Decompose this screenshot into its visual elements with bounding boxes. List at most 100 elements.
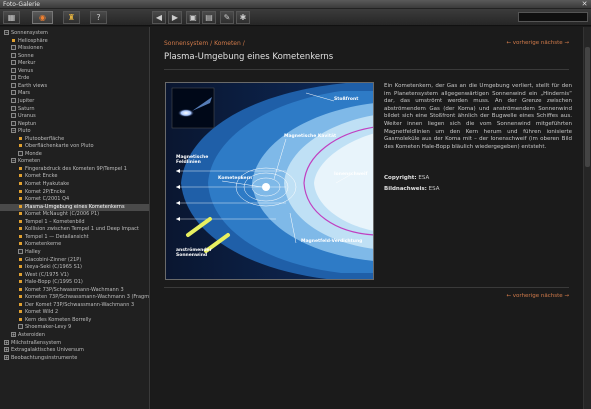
folder-icon[interactable] [11, 113, 16, 119]
sidebar-item[interactable]: Venus [0, 67, 149, 76]
search-input[interactable] [518, 12, 588, 22]
sidebar-item[interactable]: Giacobini-Zinner (21P) [0, 257, 149, 265]
camera-icon[interactable]: ◉ [32, 11, 53, 24]
sidebar-item[interactable]: Komet 2P/Encke [0, 189, 149, 197]
sidebar-item[interactable]: Tempel 1 — Detailansicht [0, 233, 149, 242]
sidebar-item[interactable]: − Kometen [0, 158, 149, 166]
folder-icon[interactable] [11, 90, 16, 96]
sidebar-item[interactable]: + Extragalaktisches Universum [0, 347, 149, 355]
bullet-icon [19, 272, 22, 276]
sidebar-item[interactable]: Halley [0, 248, 149, 257]
sidebar-item[interactable]: Kometenkerne [0, 241, 149, 249]
sidebar-item[interactable]: Ikeya-Seki (C/1965 S1) [0, 264, 149, 272]
back-icon[interactable]: ◀ [152, 11, 166, 24]
bullet-icon [19, 197, 22, 201]
sidebar-item[interactable]: + Milchstraßensystem [0, 339, 149, 348]
folder-icon[interactable] [11, 60, 16, 66]
sidebar-item[interactable]: − Sonnensystem [0, 30, 149, 38]
collapse-icon[interactable]: − [11, 158, 16, 164]
sidebar-item[interactable]: Earth views [0, 82, 149, 91]
folder-icon[interactable] [11, 105, 16, 111]
help-icon[interactable]: ? [90, 11, 107, 24]
prev-link[interactable]: ← vorherige [506, 293, 539, 299]
comet-diagram[interactable]: Stoßfront Magnetische Kavität Magnetisch… [165, 82, 374, 280]
expand-icon[interactable]: + [4, 347, 9, 353]
sidebar-item[interactable]: Neptun [0, 120, 149, 129]
next-link[interactable]: nächste → [541, 40, 569, 46]
sidebar-item-label: Tempel 1 — Detailansicht [25, 233, 89, 240]
article-text: Ein Kometenkern, der Gas an die Umgebung… [384, 83, 572, 150]
sidebar-item[interactable]: Oberflächenkarte von Pluto [0, 143, 149, 151]
sidebar-item[interactable]: Kometen 73P/Schwassmann-Wachmann 3 (Frag… [0, 294, 149, 302]
sidebar-item[interactable]: Jupiter [0, 97, 149, 106]
folder-icon[interactable] [11, 75, 16, 81]
sidebar-item[interactable]: Saturn [0, 105, 149, 114]
folder-icon[interactable] [18, 150, 23, 156]
sidebar-item[interactable]: + Asteroiden [0, 332, 149, 340]
sidebar-item[interactable]: Uranus [0, 113, 149, 121]
bullet-icon [19, 265, 22, 269]
sidebar-item[interactable]: Sonne [0, 52, 149, 61]
sidebar-item[interactable]: Plasma-Umgebung eines Kometenkerns [0, 203, 149, 212]
trophy-icon[interactable]: ♜ [63, 11, 80, 24]
prev-link[interactable]: ← vorherige [506, 40, 539, 46]
sidebar-item[interactable]: Missionen [0, 45, 149, 53]
save-icon[interactable]: ▣ [186, 11, 200, 24]
sidebar-item[interactable]: Komet Hyakutake [0, 181, 149, 189]
close-icon[interactable]: ✕ [580, 0, 589, 8]
sidebar-item-label: Ikeya-Seki (C/1965 S1) [25, 264, 82, 271]
scrollbar-thumb[interactable] [585, 47, 590, 167]
folder-icon[interactable] [11, 45, 16, 51]
image-meta: Copyright: ESA Bildnachweis: ESA [384, 173, 439, 195]
sidebar-item-label: Jupiter [18, 97, 35, 104]
folder-icon[interactable] [18, 324, 23, 330]
collapse-icon[interactable]: − [11, 128, 16, 134]
expand-icon[interactable]: + [4, 354, 9, 360]
sidebar-item[interactable]: West (C/1975 V1) [0, 272, 149, 280]
forward-icon[interactable]: ▶ [168, 11, 182, 24]
collapse-icon[interactable]: − [4, 30, 9, 35]
sidebar-item[interactable]: Merkur [0, 60, 149, 68]
settings-icon[interactable]: ✱ [236, 11, 250, 24]
folder-icon[interactable] [11, 52, 16, 58]
tools-icon[interactable]: ✎ [220, 11, 234, 24]
sidebar-item[interactable]: Komet C/2001 Q4 [0, 196, 149, 204]
sidebar-item[interactable]: Shoemaker-Levy 9 [0, 324, 149, 332]
sidebar-item[interactable]: Der Komet 73P/Schwassmann-Wachmann 3 [0, 302, 149, 310]
sidebar-item-label: Hale-Bopp (C/1995 O1) [25, 279, 83, 286]
sidebar-item[interactable]: Komet 73P/Schwassmann-Wachmann 3 [0, 287, 149, 295]
folder-icon[interactable] [11, 97, 16, 103]
sidebar-item[interactable]: Kern des Kometen Borrelly [0, 317, 149, 325]
sidebar-item[interactable]: Komet Wild 2 [0, 309, 149, 317]
grid-icon[interactable]: ▦ [3, 11, 20, 24]
sidebar-item[interactable]: Plutooberfläche [0, 136, 149, 144]
expand-icon[interactable]: + [4, 339, 9, 345]
sidebar-item[interactable]: Monde [0, 150, 149, 159]
sidebar-item[interactable]: Tempel 1 – Kometenbild [0, 219, 149, 227]
expand-icon[interactable]: + [11, 332, 16, 337]
sidebar-item-label: Kometen [18, 158, 41, 165]
bullet-icon [19, 219, 22, 223]
sidebar-item[interactable]: Fingerabdruck des Kometen 9P/Tempel 1 [0, 166, 149, 174]
sidebar-item-label: Komet C/2001 Q4 [25, 196, 70, 203]
sidebar-item[interactable]: + Beobachtungsinstrumente [0, 354, 149, 363]
breadcrumb[interactable]: Sonnensystem / Kometen / [164, 40, 245, 47]
folder-icon[interactable] [18, 248, 23, 254]
sidebar-item[interactable]: Kollision zwischen Tempel 1 und Deep Imp… [0, 226, 149, 234]
sidebar-item[interactable]: Komet Encke [0, 173, 149, 181]
folder-icon[interactable] [11, 120, 16, 126]
sidebar-item-label: Komet Hyakutake [25, 181, 70, 187]
sidebar-item[interactable]: Hale-Bopp (C/1995 O1) [0, 279, 149, 287]
folder-icon[interactable] [11, 67, 16, 73]
sidebar-item[interactable]: Heliosphäre [0, 38, 149, 46]
sidebar-item[interactable]: − Pluto [0, 128, 149, 136]
sidebar-item[interactable]: Erde [0, 75, 149, 83]
print-icon[interactable]: ▤ [202, 11, 216, 24]
scrollbar[interactable] [583, 27, 591, 409]
bullet-icon [19, 302, 22, 306]
bullet-icon [19, 136, 22, 140]
folder-icon[interactable] [11, 82, 16, 88]
sidebar-item[interactable]: Komet McNaught (C/2006 P1) [0, 211, 149, 219]
sidebar-item[interactable]: Mars [0, 90, 149, 98]
next-link[interactable]: nächste → [541, 293, 569, 299]
